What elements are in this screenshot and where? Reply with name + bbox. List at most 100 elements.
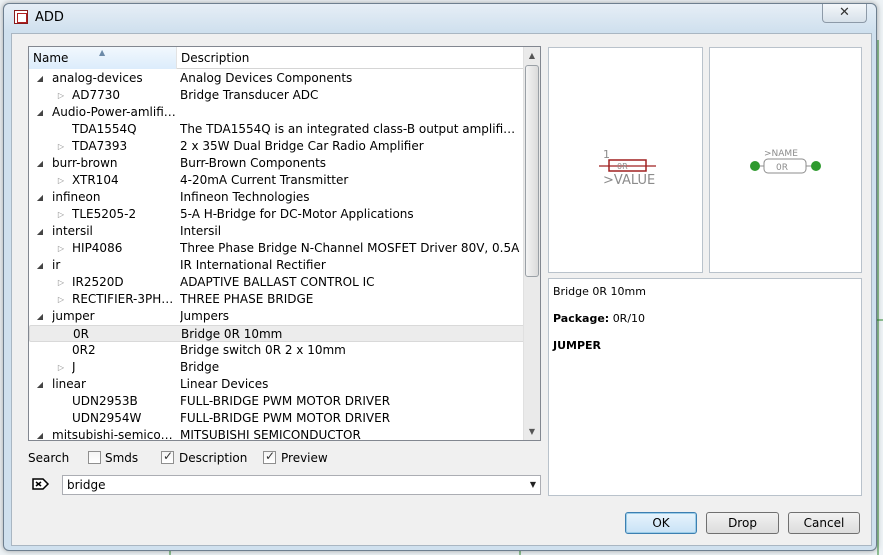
scroll-up-icon[interactable]: ▲ [524,47,540,64]
column-header-description[interactable]: Description [177,47,525,69]
tree-row-name: intersil [52,224,93,238]
tree-row[interactable]: ▷ XTR104 4-20mA Current Transmitter [29,172,525,189]
tree-row[interactable]: ◢ mitsubishi-semicond... MITSUBISHI SEMICO… [29,427,525,441]
tree-row-name: TDA1554Q [72,122,137,136]
tree-row-description: FULL-BRIDGE PWM MOTOR DRIVER [180,394,391,408]
collapse-icon[interactable]: ◢ [35,155,45,172]
search-label: Search [28,451,70,465]
smds-checkbox[interactable] [88,451,101,464]
expand-icon[interactable]: ▷ [56,359,66,376]
tree-row[interactable]: ◢ ir IR International Rectifier [29,257,525,274]
package-drawing: >NAME 0R [750,149,821,174]
collapse-icon[interactable]: ◢ [35,70,45,87]
search-combobox[interactable]: bridge ▼ [62,475,541,495]
pin-number-label: 1 [603,148,610,161]
collapse-icon[interactable]: ◢ [35,376,45,393]
tree-row-description: Infineon Technologies [180,190,310,204]
smds-label[interactable]: Smds [105,451,138,465]
collapse-icon[interactable]: ◢ [35,427,45,440]
column-header-name[interactable]: Name ▲ [29,47,177,69]
search-combobox-value: bridge [67,478,106,492]
filter-row: bridge ▼ [28,475,541,495]
tree-row-name: UDN2953B [72,394,138,408]
tree-row[interactable]: ◢ infineon Infineon Technologies [29,189,525,206]
tree-row[interactable]: ◢ intersil Intersil [29,223,525,240]
collapse-icon[interactable]: ◢ [35,104,45,121]
tree-row[interactable]: TDA1554Q The TDA1554Q is an integrated cl… [29,121,525,138]
tree-row[interactable]: ▷ AD7730 Bridge Transducer ADC [29,87,525,104]
expand-icon[interactable]: ▷ [56,138,66,155]
expand-icon[interactable]: ▷ [56,87,66,104]
tree-row-description: 4-20mA Current Transmitter [180,173,349,187]
library-tree[interactable]: Name ▲ Description ◢ analog-devices Analog… [28,46,541,441]
preview-label[interactable]: Preview [281,451,328,465]
ok-button[interactable]: OK [625,512,697,534]
collapse-icon[interactable]: ◢ [35,257,45,274]
tree-row-name: HIP4086 [72,241,123,255]
pad-right [811,161,821,171]
vertical-scrollbar[interactable]: ▲ ▼ [523,47,540,440]
tree-row-description: Bridge [180,360,220,374]
package-preview: >NAME 0R [709,47,862,273]
tree-row[interactable]: ◢ analog-devices Analog Devices Components [29,70,525,87]
tree-row-description: Bridge Transducer ADC [180,88,319,102]
value-label: >VALUE [603,173,655,188]
description-label[interactable]: Description [179,451,247,465]
tree-row[interactable]: 0R2 Bridge switch 0R 2 x 10mm [29,342,525,359]
device-name: JUMPER [553,339,602,352]
collapse-icon[interactable]: ◢ [35,223,45,240]
close-button[interactable]: ✕ [822,4,867,23]
expand-icon[interactable]: ▷ [56,206,66,223]
tree-row-description: Jumpers [180,309,230,323]
tree-row-name: IR2520D [72,275,124,289]
tree-row[interactable]: ◢ Audio-Power-amlifier [29,104,525,121]
tree-row-name: ir [52,258,61,272]
title-bar: ADD ✕ [4,4,876,32]
preview-checkbox[interactable] [263,449,276,464]
tree-row-description: FULL-BRIDGE PWM MOTOR DRIVER [180,411,391,425]
expand-icon[interactable]: ▷ [56,240,66,257]
tree-row-description: IR International Rectifier [180,258,326,272]
combobox-dropdown-icon[interactable]: ▼ [530,476,536,494]
tree-row-name: 0R [73,327,89,341]
expand-icon[interactable]: ▷ [56,291,66,308]
tree-row[interactable]: ▷ RECTIFIER-3PHA... THREE PHASE BRIDGE [29,291,525,308]
cancel-button[interactable]: Cancel [788,512,860,534]
tree-row[interactable]: 0R Bridge 0R 10mm [29,325,525,342]
collapse-icon[interactable]: ◢ [35,308,45,325]
tree-row-name: TLE5205-2 [72,207,137,221]
info-panel: Bridge 0R 10mm Package: 0R/10 JUMPER [548,278,862,496]
tree-row[interactable]: ▷ TLE5205-2 5-A H-Bridge for DC-Motor Appl… [29,206,525,223]
drop-button[interactable]: Drop [706,512,779,534]
description-checkbox[interactable] [161,449,174,464]
column-header-name-label: Name [33,51,69,65]
tree-row[interactable]: UDN2954W FULL-BRIDGE PWM MOTOR DRIVER [29,410,525,427]
expand-icon[interactable]: ▷ [56,172,66,189]
tree-row-description: ADAPTIVE BALLAST CONTROL IC [180,275,375,289]
tree-row[interactable]: ▷ TDA7393 2 x 35W Dual Bridge Car Radio Am… [29,138,525,155]
name-label: >NAME [764,149,798,159]
tree-row[interactable]: ▷ J Bridge [29,359,525,376]
collapse-icon[interactable]: ◢ [35,189,45,206]
dialog-body: Name ▲ Description ◢ analog-devices Analog… [11,33,872,546]
tree-row-description: MITSUBISHI SEMICONDUCTOR [180,428,361,441]
package-part-label: 0R [776,163,788,173]
tree-row[interactable]: ▷ HIP4086 Three Phase Bridge N-Channel MOS… [29,240,525,257]
tree-row[interactable]: ◢ linear Linear Devices [29,376,525,393]
scroll-thumb[interactable] [525,65,539,277]
tree-row-name: 0R2 [72,343,96,357]
tree-row[interactable]: ◢ burr-brown Burr-Brown Components [29,155,525,172]
tree-row-name: burr-brown [52,156,118,170]
tree-header: Name ▲ Description [29,47,525,69]
add-dialog: ADD ✕ Name ▲ Description ◢ analog-devices… [3,3,877,551]
expand-icon[interactable]: ▷ [56,274,66,291]
tree-row-name: UDN2954W [72,411,142,425]
sort-ascending-icon: ▲ [99,48,106,57]
tree-row-name: RECTIFIER-3PHA... [72,292,176,306]
scroll-down-icon[interactable]: ▼ [524,423,540,440]
tree-row[interactable]: ◢ jumper Jumpers [29,308,525,325]
tree-row[interactable]: ▷ IR2520D ADAPTIVE BALLAST CONTROL IC [29,274,525,291]
dialog-title: ADD [35,10,64,25]
tree-row-name: J [72,360,76,374]
tree-row[interactable]: UDN2953B FULL-BRIDGE PWM MOTOR DRIVER [29,393,525,410]
